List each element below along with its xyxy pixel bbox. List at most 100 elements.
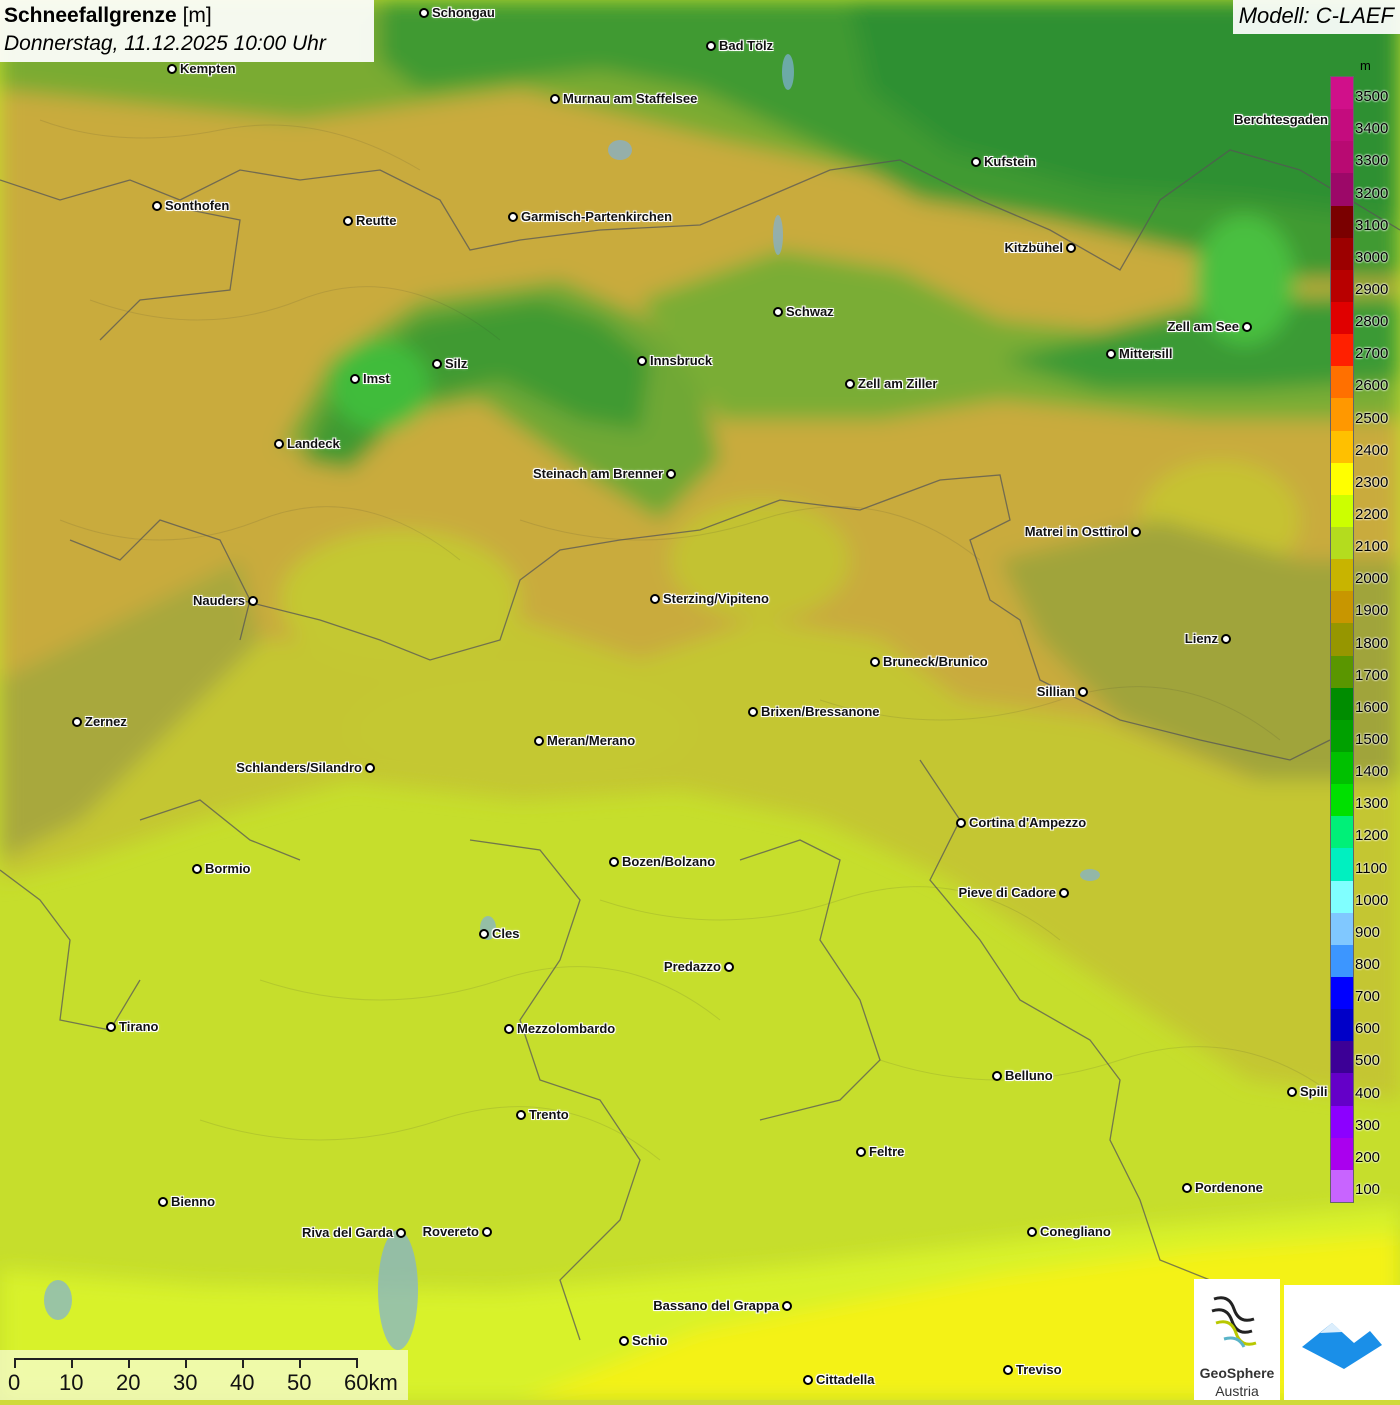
city-label[interactable]: Zernez [85,714,127,729]
city-marker[interactable] [748,707,758,717]
city-label[interactable]: Zell am See [1167,319,1239,334]
city-label[interactable]: Predazzo [664,959,721,974]
city-label[interactable]: Zell am Ziller [858,376,937,391]
city-label[interactable]: Cittadella [816,1372,875,1387]
city-marker[interactable] [550,94,560,104]
city-marker[interactable] [1066,243,1076,253]
city-marker[interactable] [248,596,258,606]
city-label[interactable]: Lienz [1185,631,1218,646]
city-marker[interactable] [773,307,783,317]
city-label[interactable]: Landeck [287,436,340,451]
city-label[interactable]: Kufstein [984,154,1036,169]
city-label[interactable]: Schio [632,1333,667,1348]
city-label[interactable]: Kempten [180,61,236,76]
city-label[interactable]: Steinach am Brenner [533,466,663,481]
city-label[interactable]: Murnau am Staffelsee [563,91,697,106]
city-marker[interactable] [971,157,981,167]
city-label[interactable]: Mezzolombardo [517,1021,615,1036]
city-marker[interactable] [1027,1227,1037,1237]
city-label[interactable]: Kitzbühel [1005,240,1064,255]
city-marker[interactable] [956,818,966,828]
city-label[interactable]: Bad Tölz [719,38,773,53]
city-marker[interactable] [396,1228,406,1238]
city-label[interactable]: Pieve di Cadore [958,885,1056,900]
city-marker[interactable] [192,864,202,874]
city-marker[interactable] [1182,1183,1192,1193]
city-marker[interactable] [1003,1365,1013,1375]
city-label[interactable]: Schlanders/Silandro [236,760,362,775]
city-marker[interactable] [637,356,647,366]
city-label[interactable]: Matrei in Osttirol [1025,524,1128,539]
app-logo[interactable] [1284,1285,1400,1400]
city-label[interactable]: Cortina d'Ampezzo [969,815,1086,830]
city-label[interactable]: Brixen/Bressanone [761,704,880,719]
city-marker[interactable] [1078,687,1088,697]
city-marker[interactable] [343,216,353,226]
city-marker[interactable] [365,763,375,773]
city-label[interactable]: Riva del Garda [302,1225,393,1240]
city-marker[interactable] [419,8,429,18]
city-marker[interactable] [724,962,734,972]
city-label[interactable]: Garmisch-Partenkirchen [521,209,672,224]
city-label[interactable]: Cles [492,926,519,941]
city-marker[interactable] [152,201,162,211]
city-marker[interactable] [534,736,544,746]
city-marker[interactable] [619,1336,629,1346]
city-label[interactable]: Sillian [1037,684,1075,699]
city-marker[interactable] [167,64,177,74]
city-marker[interactable] [432,359,442,369]
city-label[interactable]: Mittersill [1119,346,1172,361]
city-label[interactable]: Nauders [193,593,245,608]
city-label[interactable]: Bruneck/Brunico [883,654,988,669]
city-label[interactable]: Schongau [432,5,495,20]
city-marker[interactable] [1131,527,1141,537]
city-marker[interactable] [845,379,855,389]
city-label[interactable]: Sonthofen [165,198,229,213]
city-label[interactable]: Rovereto [423,1224,479,1239]
city-marker[interactable] [870,657,880,667]
city-label[interactable]: Treviso [1016,1362,1062,1377]
city-label[interactable]: Pordenone [1195,1180,1263,1195]
city-label[interactable]: Bozen/Bolzano [622,854,715,869]
city-marker[interactable] [479,929,489,939]
city-label[interactable]: Feltre [869,1144,904,1159]
city-marker[interactable] [516,1110,526,1120]
city-label[interactable]: Belluno [1005,1068,1053,1083]
city-marker[interactable] [782,1301,792,1311]
city-label[interactable]: Schwaz [786,304,834,319]
city-label[interactable]: Sterzing/Vipiteno [663,591,769,606]
city-label[interactable]: Bassano del Grappa [653,1298,779,1313]
city-marker[interactable] [508,212,518,222]
city-marker[interactable] [650,594,660,604]
city-marker[interactable] [992,1071,1002,1081]
city-marker[interactable] [803,1375,813,1385]
city-label[interactable]: Bormio [205,861,251,876]
city-label[interactable]: Reutte [356,213,396,228]
city-marker[interactable] [856,1147,866,1157]
city-marker[interactable] [274,439,284,449]
city-label[interactable]: Conegliano [1040,1224,1111,1239]
city-label[interactable]: Meran/Merano [547,733,635,748]
city-marker[interactable] [666,469,676,479]
city-label[interactable]: Berchtesgaden [1234,112,1328,127]
city-label[interactable]: Bienno [171,1194,215,1209]
city-marker[interactable] [350,374,360,384]
city-marker[interactable] [504,1024,514,1034]
city-label[interactable]: Spili [1300,1084,1327,1099]
city-marker[interactable] [106,1022,116,1032]
city-marker[interactable] [706,41,716,51]
city-marker[interactable] [1106,349,1116,359]
city-marker[interactable] [72,717,82,727]
city-label[interactable]: Silz [445,356,467,371]
city-label[interactable]: Tirano [119,1019,159,1034]
city-marker[interactable] [609,857,619,867]
geosphere-logo[interactable]: GeoSphere Austria [1194,1279,1280,1400]
city-marker[interactable] [1287,1087,1297,1097]
city-label[interactable]: Innsbruck [650,353,712,368]
city-label[interactable]: Trento [529,1107,569,1122]
city-marker[interactable] [1221,634,1231,644]
city-marker[interactable] [1059,888,1069,898]
city-label[interactable]: Imst [363,371,390,386]
city-marker[interactable] [1242,322,1252,332]
city-marker[interactable] [158,1197,168,1207]
